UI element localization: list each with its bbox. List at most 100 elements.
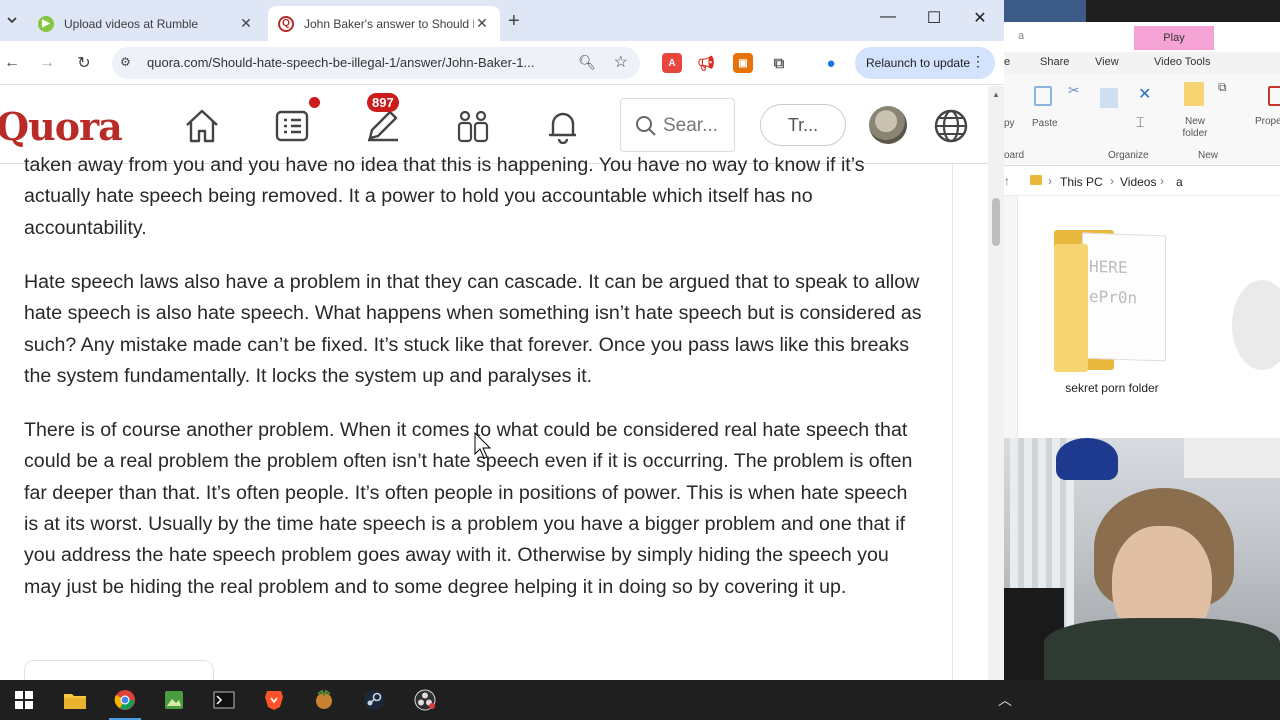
clipboard-icon[interactable] <box>1034 86 1052 106</box>
brave-icon[interactable] <box>254 685 294 715</box>
group-label: oard <box>1004 150 1025 161</box>
globe-icon[interactable] <box>931 106 971 146</box>
tab-quora[interactable]: Q John Baker's answer to Should I ✕ <box>268 6 500 41</box>
delete-icon[interactable]: ✕ <box>1138 84 1156 104</box>
adblock-icon[interactable]: A <box>662 53 682 73</box>
answer-icon[interactable] <box>363 106 403 146</box>
group-label: Organize <box>1108 150 1149 161</box>
chrome-icon[interactable] <box>105 685 145 720</box>
puzzle-icon[interactable]: ⧉ <box>769 53 789 73</box>
maximize-button[interactable]: ☐ <box>911 8 957 28</box>
back-button[interactable]: ← <box>0 51 24 75</box>
explorer-address-bar[interactable]: ↑ › This PC › Videos › a <box>1004 170 1280 196</box>
ribbon-tab-video-tools[interactable]: Video Tools <box>1154 56 1210 68</box>
reload-button[interactable]: ↻ <box>72 51 96 75</box>
following-icon[interactable] <box>272 106 312 146</box>
quora-logo[interactable]: Quora <box>0 104 123 149</box>
start-icon[interactable] <box>4 685 44 715</box>
tampermonkey-icon[interactable]: ▣ <box>733 53 753 73</box>
avatar[interactable] <box>869 106 907 144</box>
obs-icon[interactable] <box>405 685 445 715</box>
profile-icon[interactable]: ● <box>821 53 841 73</box>
taskbar: ︿ <box>0 680 1280 720</box>
tab-close-icon[interactable]: ✕ <box>238 15 254 32</box>
folder-label[interactable]: sekret porn folder <box>1052 381 1172 395</box>
ribbon-tab-view[interactable]: View <box>1095 56 1119 68</box>
following-dot <box>309 97 320 108</box>
chevron-up-icon[interactable]: ︿ <box>998 690 1012 710</box>
chevron-right-icon: › <box>1160 174 1164 188</box>
url-text[interactable]: quora.com/Should-hate-speech-be-illegal-… <box>147 55 534 70</box>
address-bar[interactable]: ⚙ quora.com/Should-hate-speech-be-illega… <box>112 47 640 79</box>
tab-search-button[interactable] <box>2 10 22 30</box>
bell-icon[interactable] <box>543 106 583 146</box>
ribbon-tab-share[interactable]: Share <box>1040 56 1069 68</box>
game-app-icon[interactable] <box>304 685 344 715</box>
tab-close-icon[interactable]: ✕ <box>474 15 490 32</box>
tab-title: John Baker's answer to Should I <box>304 16 474 31</box>
tab-title: Upload videos at Rumble <box>64 16 199 31</box>
tab-rumble[interactable]: ▶ Upload videos at Rumble ✕ <box>28 6 264 41</box>
forward-button[interactable]: → <box>35 51 59 75</box>
breadcrumb-this-pc[interactable]: This PC <box>1060 175 1103 189</box>
cut-icon[interactable]: ✂ <box>1068 82 1086 102</box>
up-arrow-icon[interactable]: ↑ <box>1004 174 1010 188</box>
properties-label[interactable]: Prope <box>1255 116 1280 127</box>
file-explorer-window: a Play e Share View Video Tools py Paste… <box>1004 0 1280 440</box>
zoom-icon[interactable]: 🔍︎ <box>578 54 596 71</box>
minimize-button[interactable]: — <box>865 8 911 26</box>
kebab-menu-icon[interactable]: ⋮ <box>971 53 985 70</box>
new-folder-label[interactable]: New folder <box>1180 116 1210 140</box>
breadcrumb-a[interactable]: a <box>1176 175 1183 189</box>
search-icon <box>636 116 656 136</box>
quora-icon: Q <box>278 15 294 32</box>
file-explorer-icon[interactable] <box>55 685 95 715</box>
megaphone-icon[interactable]: 📢︎ <box>696 53 716 73</box>
explorer-title: a <box>1018 30 1025 42</box>
bookmark-star-icon[interactable]: ☆ <box>614 52 628 72</box>
spaces-icon[interactable] <box>453 106 493 146</box>
paragraph: Hate speech laws also have a problem in … <box>24 270 922 387</box>
answer-action-bar <box>24 660 214 680</box>
breadcrumb-videos[interactable]: Videos <box>1120 175 1156 189</box>
scroll-up-icon[interactable]: ▲ <box>992 90 1000 99</box>
new-tab-button[interactable]: + <box>508 10 520 33</box>
properties-icon[interactable] <box>1268 86 1280 106</box>
paragraph: taken away from you and you have no idea… <box>24 154 865 239</box>
chevron-right-icon: › <box>1110 174 1114 188</box>
search-placeholder: Sear... <box>663 115 718 136</box>
notification-count-badge: 897 <box>367 93 399 112</box>
scrollbar-thumb[interactable] <box>992 198 1000 246</box>
try-plus-button[interactable]: Tr... <box>760 104 846 146</box>
group-label: New <box>1198 150 1219 161</box>
chevron-down-icon <box>7 17 17 24</box>
ribbon-tab-partial[interactable]: e <box>1004 56 1010 68</box>
move-to-icon[interactable] <box>1100 88 1118 108</box>
browser-window: ▶ Upload videos at Rumble ✕ Q John Baker… <box>0 0 1004 680</box>
folder-thumbnail-icon[interactable]: HERE ePr0n <box>1054 224 1166 372</box>
rumble-icon: ▶ <box>38 15 54 32</box>
relaunch-button[interactable]: Relaunch to update ⋮ <box>855 47 995 79</box>
webcam-overlay <box>1004 438 1280 680</box>
steam-icon[interactable] <box>354 685 394 715</box>
new-folder-icon[interactable] <box>1184 82 1204 106</box>
rename-icon[interactable]: ⌶ <box>1136 114 1154 134</box>
tab-strip: ▶ Upload videos at Rumble ✕ Q John Baker… <box>0 0 1004 41</box>
answer-body: taken away from you and you have no idea… <box>24 150 924 652</box>
new-item-icon[interactable]: ⧉ <box>1218 80 1236 100</box>
close-window-button[interactable]: ✕ <box>957 8 1003 28</box>
mouse-cursor-icon <box>474 432 492 459</box>
page-scrollbar[interactable]: ▲ <box>988 86 1004 680</box>
browser-toolbar: ← → ↻ ⚙ quora.com/Should-hate-speech-be-… <box>0 41 1004 85</box>
paste-label[interactable]: Paste <box>1032 118 1058 129</box>
relaunch-label: Relaunch to update <box>866 56 971 70</box>
search-input[interactable]: Sear... <box>620 98 735 152</box>
image-app-icon[interactable] <box>154 685 194 715</box>
ribbon: py Paste ✂ ✕ ⌶ New folder ⧉ Prope oard O… <box>1004 74 1280 166</box>
home-icon[interactable] <box>182 106 222 146</box>
ribbon-label: py <box>1004 118 1015 129</box>
folder-small-icon <box>1030 175 1042 185</box>
play-context-tab[interactable]: Play <box>1134 26 1214 50</box>
site-info-icon[interactable]: ⚙ <box>120 55 131 69</box>
terminal-icon[interactable] <box>204 685 244 715</box>
